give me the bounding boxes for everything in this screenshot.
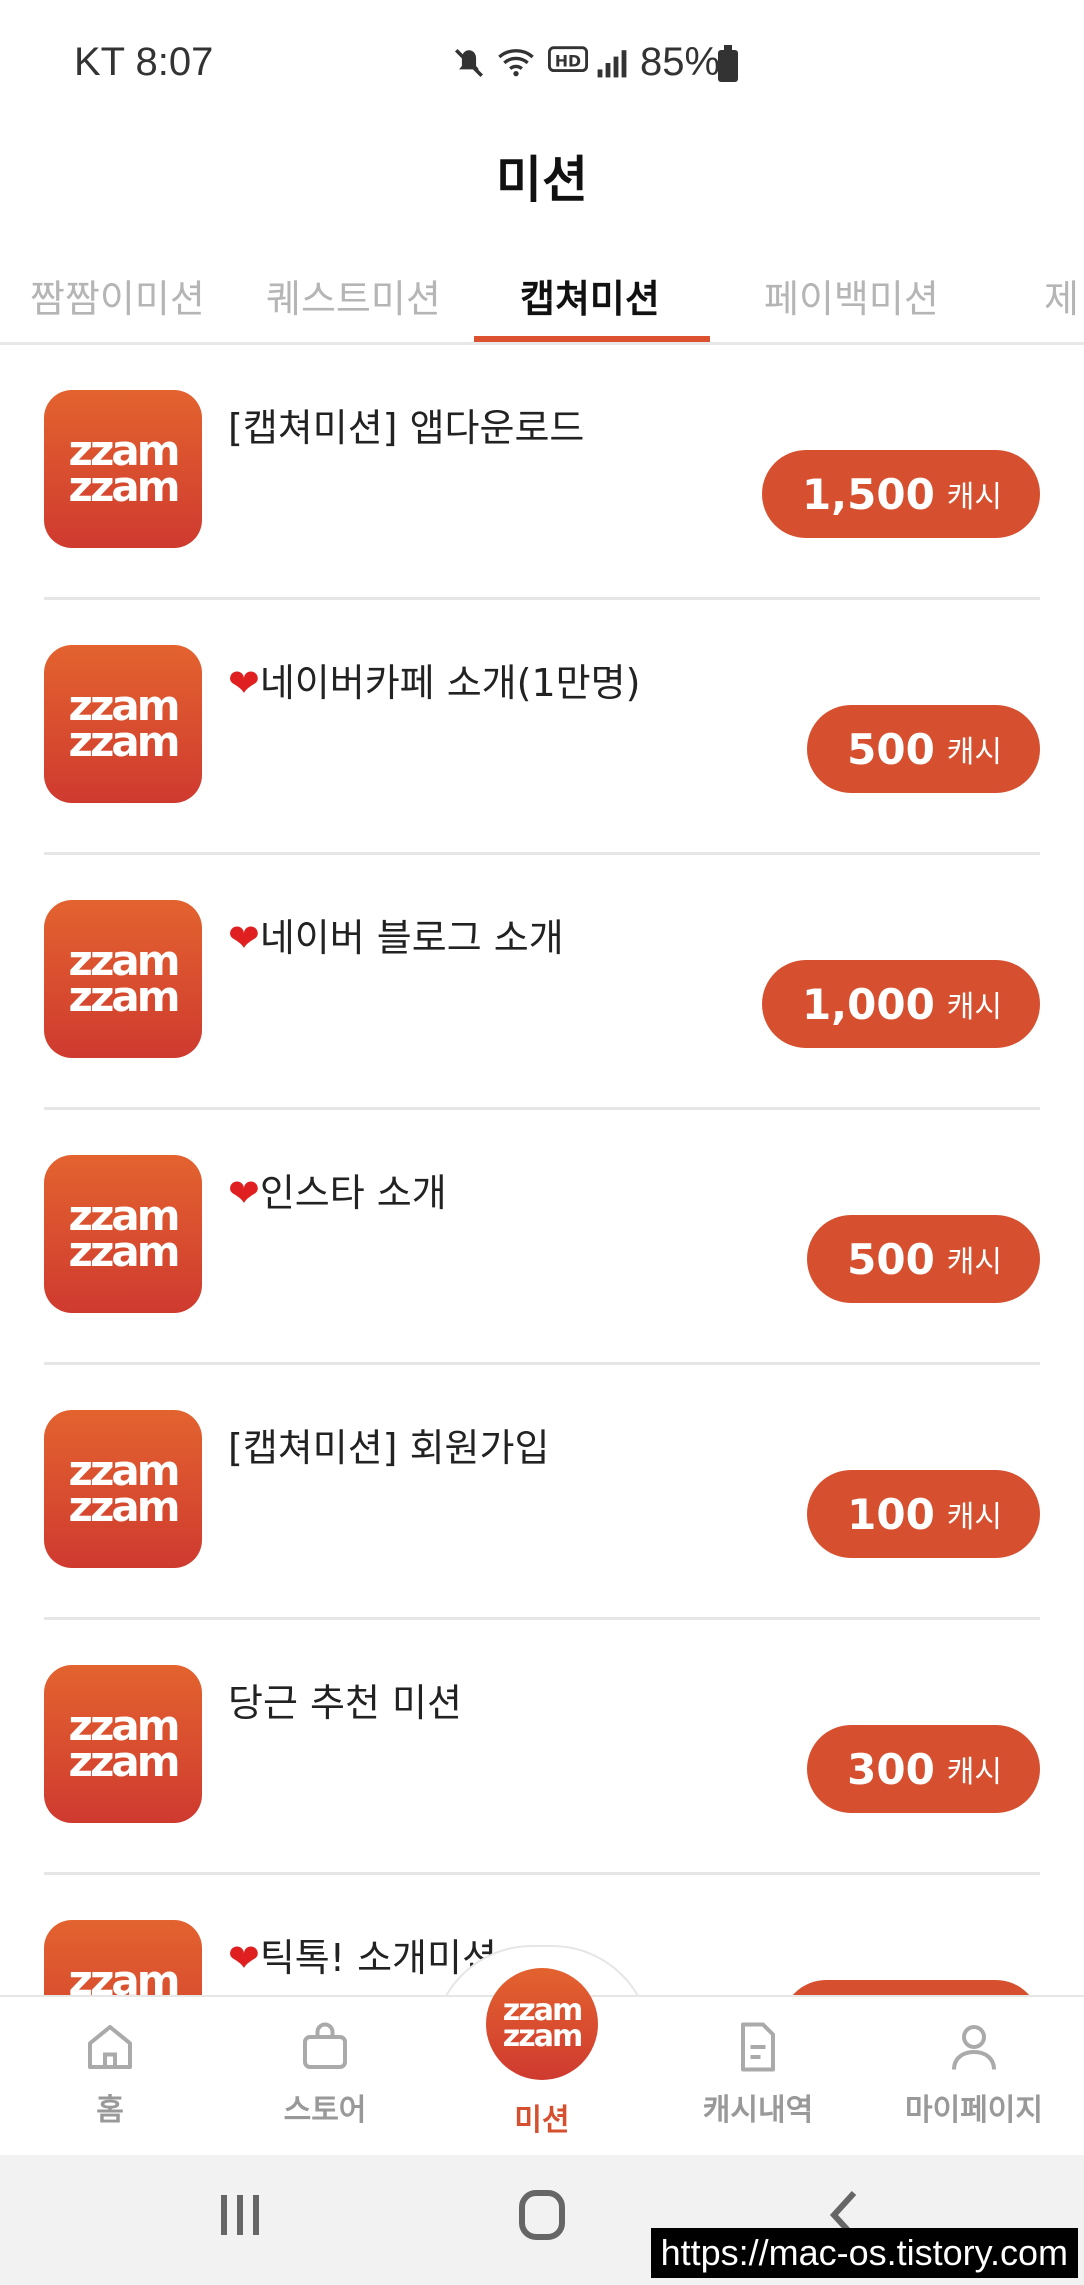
nav-mission-label: 미션 <box>514 2103 570 2138</box>
mission-title: ❤네이버카페 소개(1만명) <box>228 661 641 705</box>
battery-icon <box>718 45 738 82</box>
reward-button[interactable]: 1,000 캐시 <box>761 960 1040 1048</box>
nav-home[interactable]: 홈 <box>10 2017 210 2129</box>
nav-my-page-label: 마이페이지 <box>905 2093 1043 2128</box>
mission-title: 당근 추천 미션 <box>228 1681 462 1725</box>
zzamzzam-app-icon: zzamzzam <box>44 900 202 1058</box>
signal-icon <box>597 50 627 78</box>
svg-text:HD: HD <box>555 51 581 70</box>
mission-item[interactable]: zzam zzam [캡쳐미션] 회원가입 100 캐시 <box>44 1365 1040 1620</box>
mission-title: ❤네이버 블로그 소개 <box>228 916 564 960</box>
person-icon <box>952 2025 996 2070</box>
nav-my-page[interactable]: 마이페이지 <box>874 2017 1074 2129</box>
reward-unit: 캐시 <box>946 1245 1002 1280</box>
tab-payback-mission[interactable]: 페이백미션 <box>764 268 939 323</box>
bag-icon <box>303 2022 347 2069</box>
status-bar: KT 8:07 HD 85% <box>0 0 1084 130</box>
reward-unit: 캐시 <box>946 1755 1002 1790</box>
mission-tabs: 짬짬이미션 퀘스트미션 캡쳐미션 페이백미션 제 <box>0 250 1084 345</box>
reward-button[interactable]: 100 캐시 <box>807 1470 1040 1558</box>
battery-percent: 85% <box>640 40 721 84</box>
status-time: KT 8:07 <box>74 40 214 84</box>
page-title: 미션 <box>496 151 588 209</box>
tab-capture-mission[interactable]: 캡쳐미션 <box>520 268 660 323</box>
reward-amount: 1,000 <box>801 979 935 1029</box>
home-icon <box>88 2025 132 2069</box>
nav-store[interactable]: 스토어 <box>225 2017 425 2129</box>
zzamzzam-logo-button[interactable]: zzam zzam <box>486 1968 598 2080</box>
reward-unit: 캐시 <box>946 735 1002 770</box>
reward-unit: 캐시 <box>946 480 1002 515</box>
wifi-icon <box>498 49 534 77</box>
reward-amount: 100 <box>847 1489 935 1539</box>
zzamzzam-app-icon: zzamzzam <box>44 1920 202 1995</box>
document-icon <box>741 2022 775 2072</box>
nav-cash-history-label: 캐시내역 <box>702 2093 814 2128</box>
reward-amount: 500 <box>847 724 935 774</box>
mute-icon <box>454 48 484 78</box>
mission-item[interactable]: zzam zzam ❤네이버 블로그 소개 1,000 캐시 <box>44 855 1040 1110</box>
mission-title: [캡쳐미션] 회원가입 <box>228 1426 550 1470</box>
mission-item[interactable]: zzam zzam ❤네이버카페 소개(1만명) 500 캐시 <box>44 600 1040 855</box>
heart-icon: ❤ <box>228 1936 260 1980</box>
nav-home-label: 홈 <box>96 2093 124 2128</box>
reward-amount: 300 <box>847 1744 935 1794</box>
zzamzzam-app-icon: zzamzzam <box>44 1665 202 1823</box>
reward-amount: 1,500 <box>801 469 935 519</box>
reward-button[interactable]: 500 캐시 <box>807 1215 1040 1303</box>
zzamzzam-app-icon: zzamzzam <box>44 1410 202 1568</box>
nav-store-label: 스토어 <box>283 2093 367 2128</box>
tab-more[interactable]: 제 <box>1044 268 1079 323</box>
reward-amount: 500 <box>847 1234 935 1284</box>
active-tab-indicator <box>474 336 710 342</box>
mission-item[interactable]: zzam zzam ❤인스타 소개 500 캐시 <box>44 1110 1040 1365</box>
reward-button[interactable]: 300 캐시 <box>807 1725 1040 1813</box>
heart-icon: ❤ <box>228 661 260 705</box>
heart-icon: ❤ <box>228 1171 260 1215</box>
mission-title: ❤인스타 소개 <box>228 1171 447 1215</box>
reward-button[interactable]: 1,500 캐시 <box>761 450 1040 538</box>
mission-item[interactable]: zzam zzam 당근 추천 미션 300 캐시 <box>44 1620 1040 1875</box>
watermark: https://mac-os.tistory.com <box>650 2228 1078 2278</box>
zzamzzam-app-icon: zzamzzam <box>44 645 202 803</box>
heart-icon: ❤ <box>228 916 260 960</box>
zzamzzam-app-icon: zzamzzam <box>44 390 202 548</box>
zzamzzam-app-icon: zzamzzam <box>44 1155 202 1313</box>
home-nav-icon[interactable] <box>502 2185 582 2245</box>
hd-voice-icon: HD <box>548 46 588 72</box>
reward-button[interactable]: 500 캐시 <box>807 705 1040 793</box>
nav-cash-history[interactable]: 캐시내역 <box>658 2017 858 2129</box>
mission-item[interactable]: zzam zzam [캡쳐미션] 앱다운로드 1,500 캐시 <box>44 345 1040 600</box>
reward-button[interactable] <box>782 1980 1040 1995</box>
tab-zzamzzam-mission[interactable]: 짬짬이미션 <box>30 268 205 323</box>
tab-quest-mission[interactable]: 퀘스트미션 <box>266 268 441 323</box>
mission-title: ❤틱톡! 소개미션 <box>228 1936 497 1980</box>
recent-apps-icon[interactable] <box>200 2185 280 2245</box>
reward-unit: 캐시 <box>946 990 1002 1025</box>
reward-unit: 캐시 <box>946 1500 1002 1535</box>
mission-list: zzam zzam [캡쳐미션] 앱다운로드 1,500 캐시 zzam zzam ❤… <box>0 345 1084 1995</box>
mission-title: [캡쳐미션] 앱다운로드 <box>228 406 585 450</box>
